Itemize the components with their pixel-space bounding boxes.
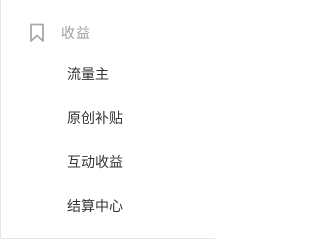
bookmark-icon bbox=[29, 23, 45, 43]
section-title: 收益 bbox=[61, 26, 91, 42]
menu-item-interaction-revenue[interactable]: 互动收益 bbox=[67, 148, 123, 192]
sidebar: 收益 流量主 原创补贴 互动收益 结算中心 bbox=[0, 0, 215, 239]
menu-item-settlement-center[interactable]: 结算中心 bbox=[67, 192, 123, 236]
revenue-menu: 流量主 原创补贴 互动收益 结算中心 bbox=[67, 60, 123, 236]
menu-item-traffic-owner[interactable]: 流量主 bbox=[67, 60, 123, 104]
section-header-revenue[interactable]: 收益 bbox=[29, 22, 91, 44]
menu-item-original-subsidy[interactable]: 原创补贴 bbox=[67, 104, 123, 148]
